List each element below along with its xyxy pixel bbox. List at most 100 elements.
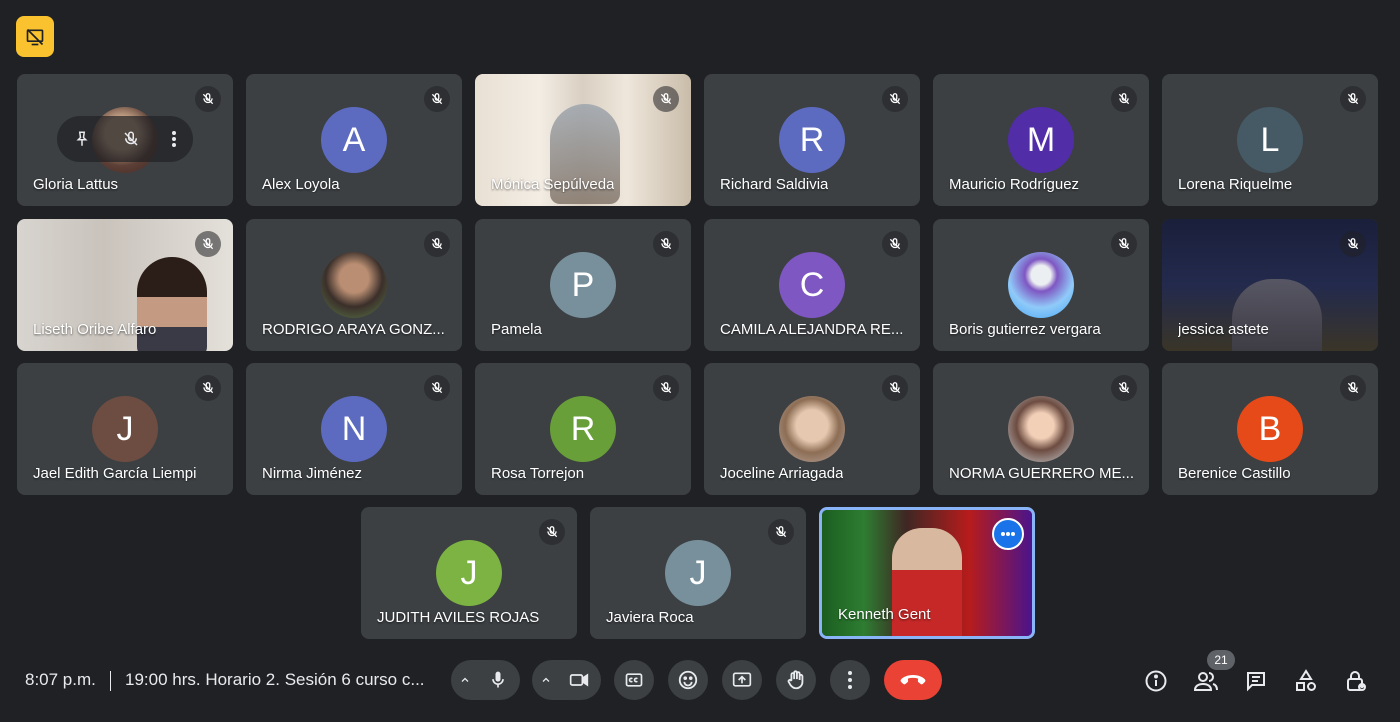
mute-participant-icon[interactable] xyxy=(122,130,140,148)
participant-tile[interactable]: RODRIGO ARAYA GONZ... xyxy=(246,219,462,351)
participant-name: Javiera Roca xyxy=(606,609,694,626)
participant-tile[interactable]: Liseth Oribe Alfaro xyxy=(17,219,233,351)
info-icon xyxy=(1145,670,1167,692)
participant-avatar: N xyxy=(321,396,387,462)
participant-tile[interactable]: Mónica Sepúlveda xyxy=(475,74,691,206)
participant-name: Liseth Oribe Alfaro xyxy=(33,321,157,338)
activities-button[interactable] xyxy=(1293,668,1319,694)
participant-avatar: J xyxy=(92,396,158,462)
mic-off-icon xyxy=(653,231,679,257)
chevron-up-icon[interactable] xyxy=(459,674,471,686)
participant-name: Lorena Riquelme xyxy=(1178,176,1293,193)
self-more-options-button[interactable] xyxy=(992,518,1024,550)
participant-name: Gloria Lattus xyxy=(33,176,119,193)
participant-name: Pamela xyxy=(491,321,542,338)
mic-off-icon xyxy=(1340,375,1366,401)
participant-name: Nirma Jiménez xyxy=(262,465,363,482)
more-vert-icon xyxy=(848,671,852,689)
meeting-details-button[interactable] xyxy=(1143,668,1169,694)
participant-name: Kenneth Gent xyxy=(838,606,931,623)
participant-tile[interactable]: J Jael Edith García Liempi xyxy=(17,363,233,495)
participant-tile[interactable]: L Lorena Riquelme xyxy=(1162,74,1378,206)
participant-avatar: R xyxy=(779,107,845,173)
participant-avatar: J xyxy=(665,540,731,606)
people-icon xyxy=(1193,672,1218,691)
more-options-icon[interactable] xyxy=(171,130,177,148)
participant-name: CAMILA ALEJANDRA RE... xyxy=(720,321,904,338)
host-controls-button[interactable] xyxy=(1343,668,1369,694)
participant-avatar: J xyxy=(436,540,502,606)
participant-name: Alex Loyola xyxy=(262,176,340,193)
participant-avatar: A xyxy=(321,107,387,173)
participant-tile[interactable]: J JUDITH AVILES ROJAS xyxy=(361,507,577,639)
participant-name: Boris gutierrez vergara xyxy=(949,321,1101,338)
participant-count-badge: 21 xyxy=(1207,650,1235,670)
chat-button[interactable] xyxy=(1243,668,1269,694)
participant-tile[interactable]: M Mauricio Rodríguez xyxy=(933,74,1149,206)
captions-button[interactable] xyxy=(614,660,654,700)
participant-name: Mónica Sepúlveda xyxy=(491,176,615,193)
self-tile[interactable]: Kenneth Gent xyxy=(819,507,1035,639)
people-button[interactable] xyxy=(1193,668,1219,694)
participant-tile[interactable]: R Rosa Torrejon xyxy=(475,363,691,495)
participant-tile[interactable]: NORMA GUERRERO ME... xyxy=(933,363,1149,495)
mic-off-icon xyxy=(1111,231,1137,257)
participant-tile[interactable]: N Nirma Jiménez xyxy=(246,363,462,495)
participant-tile[interactable]: B Berenice Castillo xyxy=(1162,363,1378,495)
microphone-button[interactable] xyxy=(478,660,518,700)
leave-call-button[interactable] xyxy=(884,660,942,700)
participant-tile[interactable]: P Pamela xyxy=(475,219,691,351)
reactions-button[interactable] xyxy=(668,660,708,700)
participant-avatar: C xyxy=(779,252,845,318)
present-screen-button[interactable] xyxy=(722,660,762,700)
participant-name: Richard Saldivia xyxy=(720,176,829,193)
mic-off-icon xyxy=(768,519,794,545)
mic-off-icon xyxy=(424,375,450,401)
emoji-icon xyxy=(678,670,698,690)
lock-person-icon xyxy=(1347,671,1366,691)
participant-name: Joceline Arriagada xyxy=(720,465,844,482)
participant-avatar xyxy=(779,396,845,462)
mic-off-icon xyxy=(539,519,565,545)
mic-off-icon xyxy=(1340,231,1366,257)
mic-off-icon xyxy=(882,86,908,112)
participant-name: RODRIGO ARAYA GONZ... xyxy=(262,321,445,338)
mic-off-icon xyxy=(1340,86,1366,112)
participant-avatar xyxy=(1008,252,1074,318)
mic-off-icon xyxy=(195,231,221,257)
camera-control xyxy=(532,660,601,700)
camera-button[interactable] xyxy=(559,660,599,700)
participant-name: JUDITH AVILES ROJAS xyxy=(377,609,540,626)
raise-hand-button[interactable] xyxy=(776,660,816,700)
pin-icon[interactable] xyxy=(73,130,91,148)
more-options-button[interactable] xyxy=(830,660,870,700)
hand-icon xyxy=(787,670,804,690)
mic-off-icon xyxy=(653,375,679,401)
participant-tile[interactable]: Boris gutierrez vergara xyxy=(933,219,1149,351)
participant-avatar: L xyxy=(1237,107,1303,173)
activities-icon xyxy=(1296,669,1316,691)
mic-off-icon xyxy=(1111,375,1137,401)
mic-off-icon xyxy=(653,86,679,112)
chevron-up-icon[interactable] xyxy=(540,674,552,686)
participant-avatar xyxy=(1008,396,1074,462)
hang-up-icon xyxy=(900,675,926,685)
participant-avatar: B xyxy=(1237,396,1303,462)
participant-tile[interactable]: C CAMILA ALEJANDRA RE... xyxy=(704,219,920,351)
participant-tile[interactable]: Joceline Arriagada xyxy=(704,363,920,495)
mic-off-icon xyxy=(882,231,908,257)
mic-off-icon xyxy=(195,375,221,401)
participant-tile[interactable]: Gloria Lattus xyxy=(17,74,233,206)
participant-name: Mauricio Rodríguez xyxy=(949,176,1080,193)
participant-tile[interactable]: R Richard Saldivia xyxy=(704,74,920,206)
participant-name: Jael Edith García Liempi xyxy=(33,465,197,482)
mic-off-icon xyxy=(424,86,450,112)
participant-name: NORMA GUERRERO ME... xyxy=(949,465,1135,482)
microphone-icon xyxy=(492,671,504,688)
participant-tile[interactable]: J Javiera Roca xyxy=(590,507,806,639)
participant-avatar xyxy=(321,252,387,318)
camera-icon xyxy=(569,673,589,687)
participant-tile[interactable]: jessica astete xyxy=(1162,219,1378,351)
bottom-bar: 8:07 p.m. 19:00 hrs. Horario 2. Sesión 6… xyxy=(0,650,1400,722)
participant-tile[interactable]: A Alex Loyola xyxy=(246,74,462,206)
